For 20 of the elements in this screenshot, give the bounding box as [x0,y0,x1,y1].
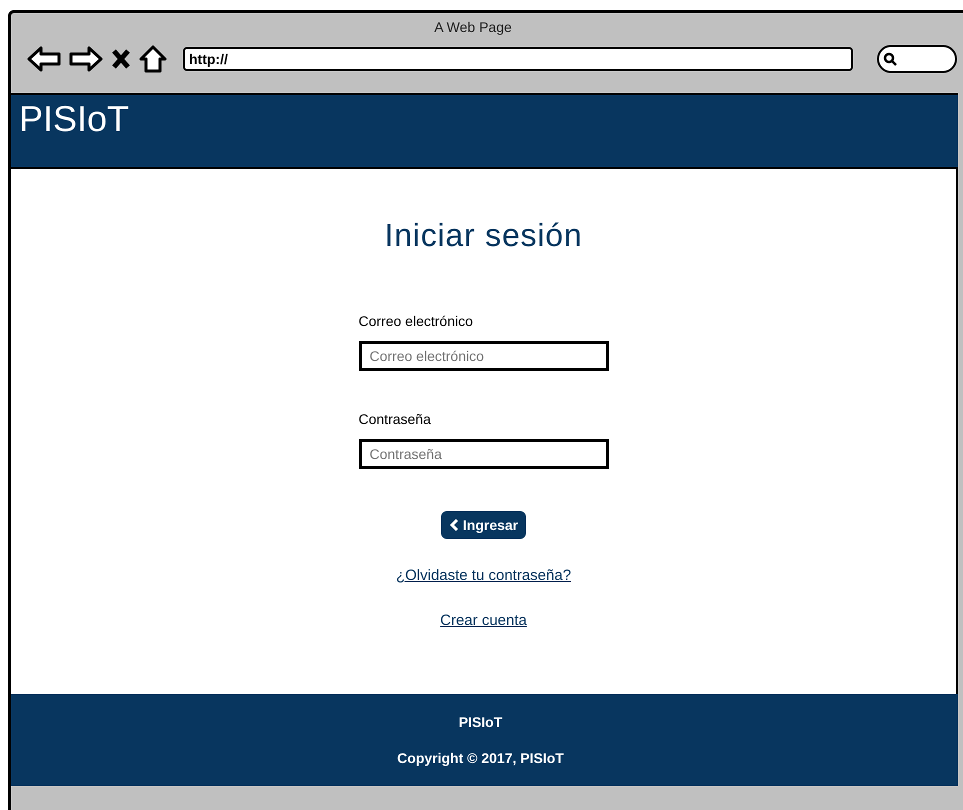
input-field[interactable]: Contraseña [358,439,608,469]
copyright-text: Copyright © 2017, PISIoT [397,749,564,768]
back-icon[interactable] [27,46,61,72]
login-button[interactable]: Ingresar [440,511,526,539]
close-icon[interactable] [111,48,131,70]
page-heading: Iniciar sesión [384,216,582,255]
brand-logo[interactable]: PISIoT [19,98,130,139]
footer-brand: PISIoT [458,713,502,732]
window-title: A Web Page [433,18,513,37]
field-label: Contraseña [358,410,432,429]
text-link[interactable]: Crear cuenta [440,610,527,632]
input-field[interactable]: Correo electrónico [358,341,608,371]
search-field[interactable] [877,45,957,73]
text-link[interactable]: ¿Olvidaste tu contraseña? [396,565,572,588]
search-icon [883,52,897,66]
chevron-left-icon [448,519,459,531]
field-label: Correo electrónico [358,312,474,331]
home-icon[interactable] [139,45,167,73]
forward-icon[interactable] [69,46,103,72]
address-field[interactable]: http:// [183,47,853,71]
